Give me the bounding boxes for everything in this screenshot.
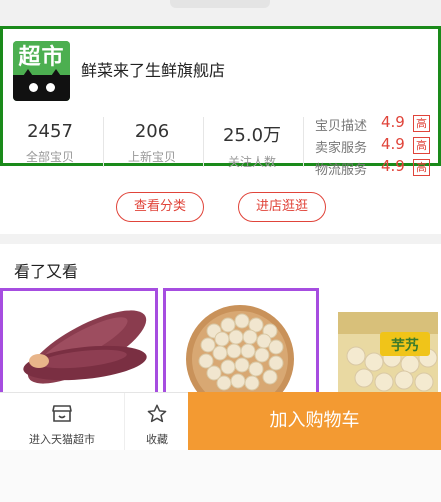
favorite-label: 收藏 [146, 433, 168, 446]
rating-label: 物流服务 [315, 163, 368, 178]
rating-score: 4.9 [381, 135, 405, 153]
enter-tmall-market-button[interactable]: 进入天猫超市 [0, 393, 124, 451]
cat-ear-right [49, 69, 63, 79]
visit-store-button[interactable]: 进店逛逛 [238, 192, 326, 222]
taro-balls-image [166, 291, 316, 395]
cat-eye-left [29, 83, 38, 92]
taro-pack-label: 芋艿 [391, 337, 419, 354]
shop-name: 鲜菜来了生鲜旗舰店 [81, 61, 226, 80]
favorite-button[interactable]: 收藏 [126, 393, 188, 451]
rating-tag: 高 [413, 137, 430, 154]
divider [103, 117, 104, 167]
rating-score: 4.9 [381, 113, 405, 131]
stat-value: 2457 [27, 121, 73, 142]
stat-all-items[interactable]: 2457 全部宝贝 [5, 109, 95, 169]
star-icon [146, 403, 168, 428]
section-title: 看了又看 [14, 262, 79, 281]
store-icon [51, 403, 73, 426]
top-cap [170, 0, 270, 8]
rating-tag: 高 [413, 159, 430, 176]
shop-stats: 2457 全部宝贝 206 上新宝贝 25.0万 关注人数 宝贝描述 4.9 高… [3, 109, 441, 178]
bottom-safe-area [0, 450, 441, 502]
section-gap [0, 234, 441, 244]
stat-label: 上新宝贝 [127, 150, 176, 164]
tmall-cat-icon [13, 69, 70, 101]
stat-value: 25.0万 [222, 125, 282, 146]
divider [124, 393, 125, 451]
product-card-taro-balls[interactable] [163, 288, 319, 398]
market-label: 进入天猫超市 [29, 433, 95, 446]
cat-ear-left [21, 69, 35, 79]
cat-eye-right [46, 83, 55, 92]
stat-label: 全部宝贝 [25, 150, 74, 164]
stat-followers[interactable]: 25.0万 关注人数 [207, 109, 297, 169]
divider [303, 117, 304, 167]
divider [203, 117, 204, 167]
stat-value: 206 [134, 121, 170, 142]
sweet-potato-image [3, 291, 155, 395]
rating-tag: 高 [413, 115, 430, 132]
view-category-button[interactable]: 查看分类 [116, 192, 204, 222]
taro-pack-image: 芋艿 [328, 288, 441, 398]
product-card-taro-pack[interactable]: 芋艿 [328, 288, 441, 398]
rating-label: 卖家服务 [315, 141, 368, 156]
rating-service: 卖家服务 4.9 高 [315, 135, 441, 157]
add-to-cart-button[interactable]: 加入购物车 [188, 392, 441, 450]
rating-score: 4.9 [381, 157, 405, 175]
tmall-supermarket-logo: 超市 [13, 41, 70, 101]
rating-description: 宝贝描述 4.9 高 [315, 113, 441, 135]
product-card-sweet-potato[interactable] [0, 288, 158, 398]
stat-label: 关注人数 [227, 155, 276, 169]
rating-label: 宝贝描述 [315, 119, 368, 134]
top-strip [0, 0, 441, 26]
stat-new-items[interactable]: 206 上新宝贝 [107, 109, 197, 169]
shop-info-card[interactable]: 超市 鲜菜来了生鲜旗舰店 2457 全部宝贝 206 上新宝贝 25.0万 关注… [0, 26, 441, 178]
rating-logistics: 物流服务 4.9 高 [315, 157, 441, 179]
